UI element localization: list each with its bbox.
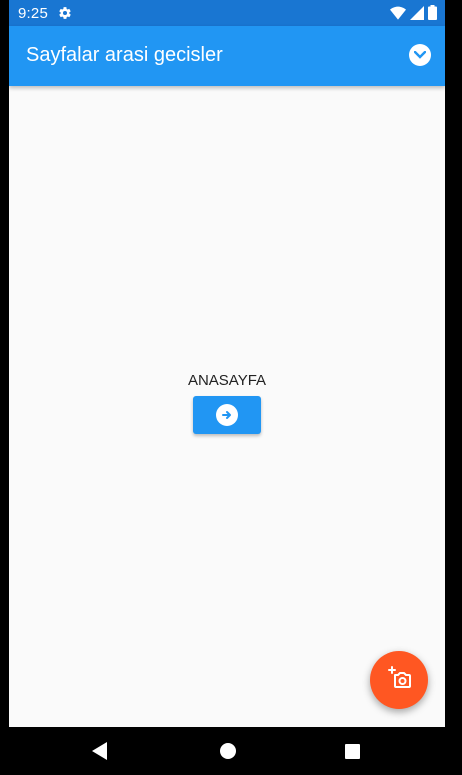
next-page-button[interactable] [193,396,261,434]
status-icons [390,5,437,24]
chevron-down-icon[interactable] [409,44,431,66]
wifi-icon [390,6,406,24]
add-photo-fab[interactable] [370,651,428,709]
phone-frame: 9:25 Sayfalar arasi gecisler ANASAYFA [0,0,462,775]
arrow-right-icon [216,404,238,426]
app-screen: 9:25 Sayfalar arasi gecisler ANASAYFA [9,0,445,727]
app-title: Sayfalar arasi gecisler [26,44,223,66]
page-label: ANASAYFA [187,372,267,389]
app-bar: Sayfalar arasi gecisler [9,26,445,86]
battery-icon [428,5,437,24]
status-bar: 9:25 [9,0,445,26]
signal-icon [410,5,424,24]
recents-icon[interactable] [322,727,382,775]
gear-icon [58,6,72,20]
navigation-bar [0,727,462,775]
add-photo-icon [386,665,412,696]
home-icon[interactable] [198,727,258,775]
status-time: 9:25 [18,4,48,22]
back-icon[interactable] [70,727,130,775]
